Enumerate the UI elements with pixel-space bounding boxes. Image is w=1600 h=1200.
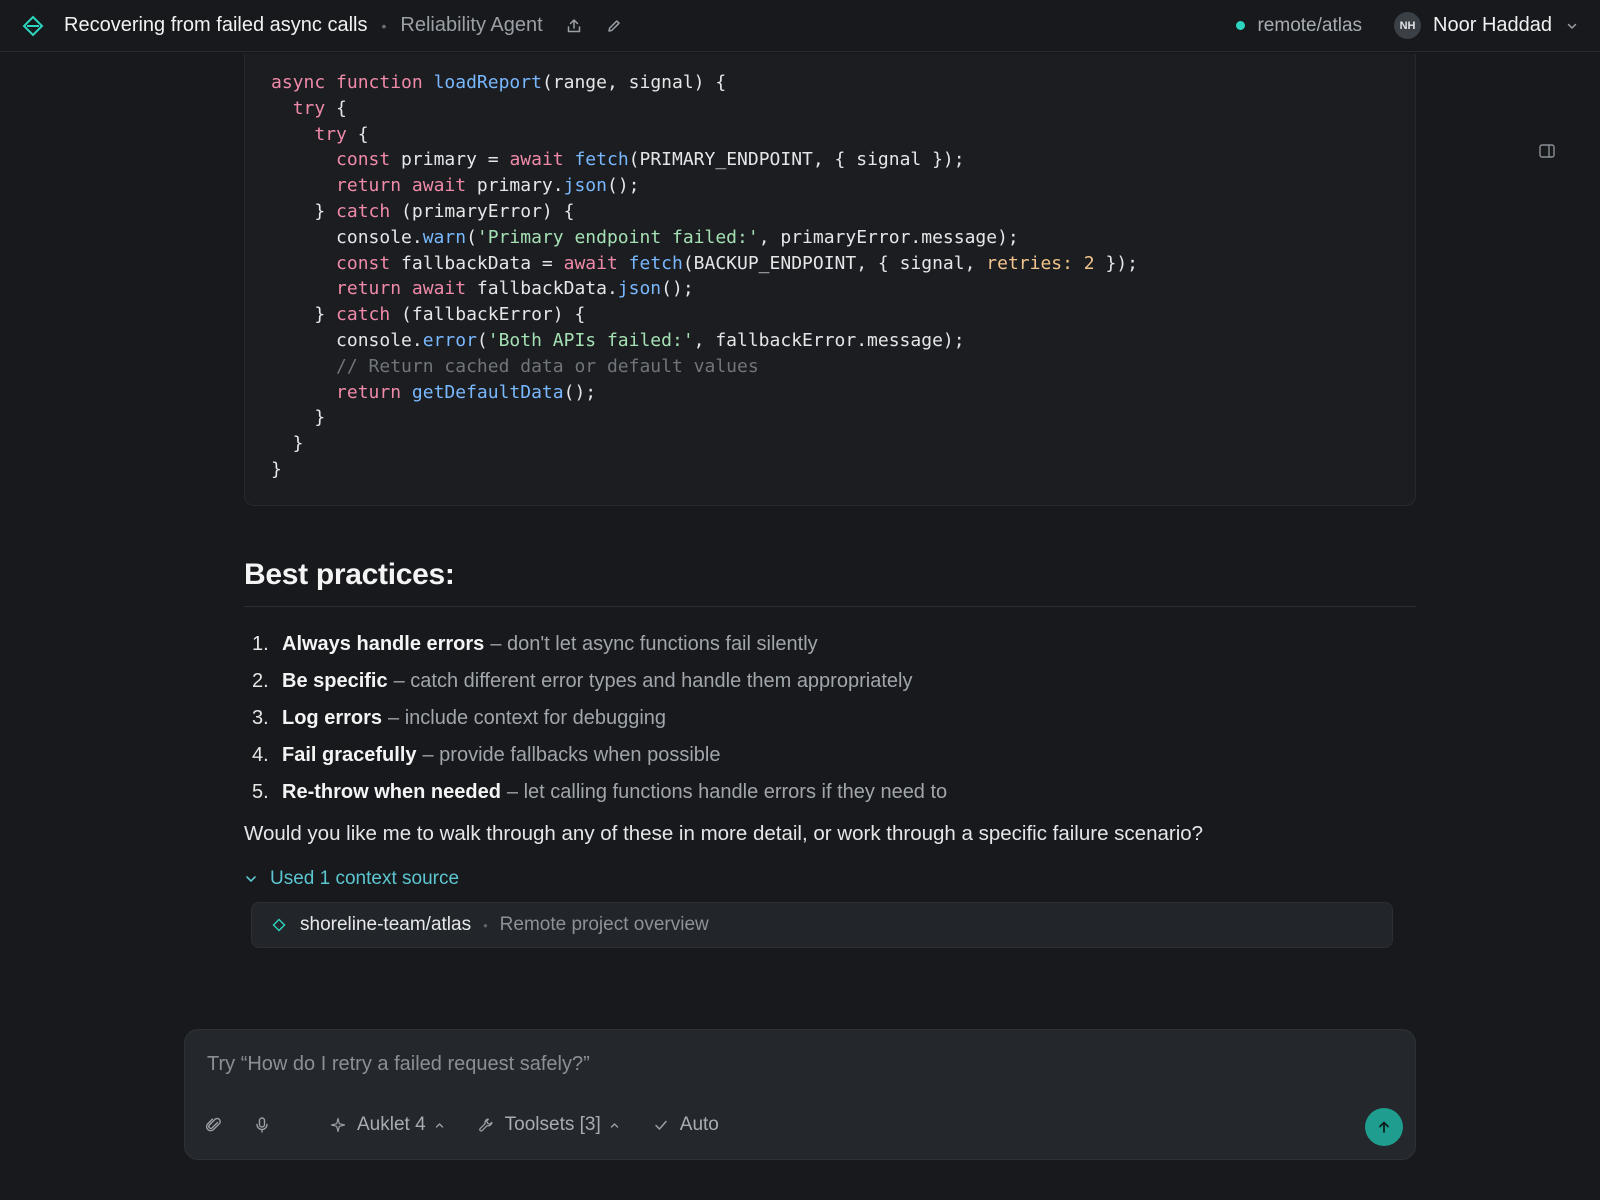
- topbar-right: remote/atlas NH Noor Haddad: [1236, 12, 1578, 39]
- check-icon: [652, 1116, 670, 1134]
- best-practices-list: 1. Always handle errors – don't let asyn…: [244, 626, 947, 811]
- list-item-number: 5.: [252, 781, 269, 803]
- model-selector[interactable]: Auklet 4: [329, 1114, 445, 1136]
- list-item-description: – provide fallbacks when possible: [422, 744, 721, 766]
- microphone-button[interactable]: [253, 1116, 271, 1134]
- context-separator: •: [483, 917, 488, 933]
- code-content: async function loadReport(range, signal)…: [271, 70, 1389, 483]
- send-button[interactable]: [1365, 1108, 1403, 1146]
- list-item: 4. Fail gracefully – provide fallbacks w…: [244, 737, 947, 774]
- context-sources-label: Used 1 context source: [270, 868, 460, 889]
- context-sources-toggle[interactable]: Used 1 context source: [244, 868, 459, 890]
- code-line: const primary = await fetch(PRIMARY_ENDP…: [336, 149, 965, 171]
- followup-message: Would you like me to walk through any of…: [244, 822, 1204, 845]
- chevron-down-icon: [244, 872, 258, 886]
- remote-selector[interactable]: remote/atlas: [1236, 15, 1362, 37]
- list-item-description: – don't let async functions fail silentl…: [490, 633, 818, 655]
- list-item-title: Re-throw when needed: [282, 781, 501, 803]
- list-item-description: – include context for debugging: [388, 707, 667, 729]
- code-line: }: [271, 433, 304, 455]
- code-line: // Return cached data or default values: [336, 355, 759, 377]
- list-item-description: – let calling functions handle errors if…: [506, 781, 948, 803]
- message-composer: Auklet 4 Toolsets [3]: [184, 1029, 1416, 1160]
- conversation-title: Recovering from failed async calls: [64, 14, 368, 36]
- list-item-number: 4.: [252, 744, 269, 766]
- list-item: 2. Be specific – catch different error t…: [244, 663, 947, 700]
- list-item-title: Fail gracefully: [282, 744, 417, 766]
- context-source-name: shoreline-team/atlas: [300, 914, 472, 935]
- code-line: async function loadReport(range, signal)…: [271, 72, 727, 93]
- share-icon[interactable]: [565, 17, 583, 35]
- context-source-description: Remote project overview: [499, 914, 709, 935]
- list-item: 1. Always handle errors – don't let asyn…: [244, 626, 947, 663]
- code-line: try {: [292, 97, 347, 119]
- remote-status-dot: [1236, 21, 1246, 30]
- user-menu[interactable]: NH Noor Haddad: [1394, 12, 1578, 39]
- avatar: NH: [1394, 12, 1422, 39]
- microphone-icon: [253, 1116, 271, 1134]
- arrow-up-icon: [1376, 1119, 1392, 1135]
- chevron-up-icon: [609, 1120, 620, 1131]
- sidebar-panel-icon[interactable]: [1538, 142, 1556, 160]
- list-item: 5. Re-throw when needed – let calling fu…: [244, 774, 947, 811]
- list-item-title: Always handle errors: [282, 633, 485, 655]
- list-item: 3. Log errors – include context for debu…: [244, 700, 947, 737]
- attach-button[interactable]: [205, 1116, 223, 1134]
- user-name: Noor Haddad: [1433, 14, 1552, 36]
- chevron-up-icon: [434, 1120, 445, 1131]
- pencil-icon[interactable]: [605, 17, 623, 35]
- code-line: return getDefaultData();: [336, 381, 597, 403]
- auto-label: Auto: [679, 1114, 719, 1135]
- model-label: Auklet 4: [357, 1114, 426, 1135]
- list-item-number: 2.: [252, 670, 269, 692]
- code-line: } catch (primaryError) {: [271, 200, 575, 222]
- remote-label: remote/atlas: [1257, 14, 1363, 36]
- code-line: return await primary.json();: [336, 175, 640, 197]
- code-block: async function loadReport(range, signal)…: [244, 54, 1416, 506]
- code-line: }: [271, 458, 282, 480]
- list-item-title: Log errors: [282, 707, 383, 729]
- code-line: return await fallbackData.json();: [336, 278, 694, 300]
- best-practices-heading: Best practices:: [244, 558, 455, 591]
- toolsets-selector[interactable]: Toolsets [3]: [477, 1114, 620, 1136]
- auto-mode-toggle[interactable]: Auto: [652, 1114, 719, 1136]
- title-separator: •: [381, 17, 387, 34]
- wrench-icon: [477, 1116, 495, 1134]
- chevron-down-icon: [1566, 20, 1578, 32]
- code-line: const fallbackData = await fetch(BACKUP_…: [336, 252, 1138, 274]
- code-line: try {: [314, 123, 369, 145]
- message-input[interactable]: [205, 1048, 1385, 1080]
- code-line: console.warn('Primary endpoint failed:',…: [271, 226, 1019, 248]
- toolsets-label: Toolsets [3]: [504, 1114, 601, 1135]
- diamond-icon: [272, 918, 286, 932]
- heading-divider: [244, 606, 1416, 607]
- list-item-description: – catch different error types and handle…: [393, 670, 913, 692]
- list-item-number: 1.: [252, 633, 269, 655]
- sparkle-icon: [329, 1116, 347, 1134]
- list-item-number: 3.: [252, 707, 269, 729]
- paperclip-icon: [205, 1116, 223, 1134]
- context-source-card[interactable]: shoreline-team/atlas • Remote project ov…: [251, 902, 1393, 948]
- diamond-logo-icon[interactable]: [22, 15, 44, 37]
- code-line: }: [271, 407, 326, 429]
- agent-name: Reliability Agent: [400, 14, 543, 36]
- list-item-title: Be specific: [282, 670, 388, 692]
- code-line: } catch (fallbackError) {: [271, 304, 586, 326]
- code-line: console.error('Both APIs failed:', fallb…: [271, 329, 965, 351]
- composer-toolbar: Auklet 4 Toolsets [3] Auto: [205, 1110, 719, 1140]
- top-bar: Recovering from failed async calls • Rel…: [0, 0, 1600, 52]
